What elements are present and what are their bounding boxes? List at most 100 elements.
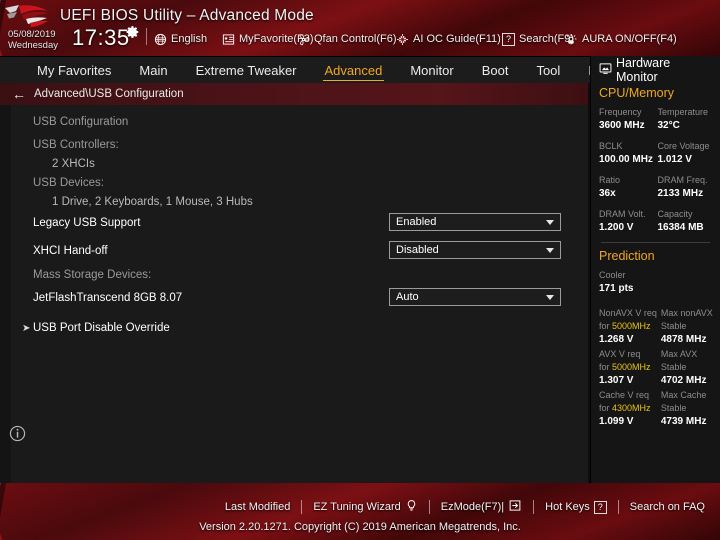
stat-label-temperature: Temperature xyxy=(657,107,709,117)
header-item-aura[interactable]: AURA ON/OFF(F4) xyxy=(564,30,677,48)
question-box-icon: ? xyxy=(593,500,607,514)
stat-value-temperature: 32°C xyxy=(657,120,680,131)
pred-value-max-cache: 4739 MHz xyxy=(660,416,707,427)
chevron-down-icon xyxy=(546,219,554,225)
pred-value-cache-vreq: 1.099 V xyxy=(599,416,634,427)
row-usb-device-list: 1 Drive, 2 Keyboards, 1 Mouse, 3 Hubs xyxy=(0,191,588,213)
pred-sublabel-max-nonavx: Stable xyxy=(660,321,687,331)
weekday-text: Wednesday xyxy=(8,40,58,51)
tab-tool[interactable]: Tool xyxy=(522,58,574,84)
row-label: XHCI Hand-off xyxy=(33,245,108,257)
footer-hot-keys[interactable]: Hot Keys ? xyxy=(534,500,618,514)
select-value: Auto xyxy=(396,291,419,303)
bios-screen: UEFI BIOS Utility – Advanced Mode 05/08/… xyxy=(0,0,720,540)
select-value: Enabled xyxy=(396,216,437,228)
pred-sublabel-cache: for 4300MHz xyxy=(599,403,651,413)
fan-icon xyxy=(297,33,310,46)
footer-ez-tuning-wizard[interactable]: EZ Tuning Wizard xyxy=(302,499,428,515)
row-mass-storage-devices: Mass Storage Devices: xyxy=(0,264,588,286)
row-label: Legacy USB Support xyxy=(33,217,141,229)
globe-icon xyxy=(154,33,167,46)
jetflash-transcend-select[interactable]: Auto xyxy=(389,288,561,306)
page-title: UEFI BIOS Utility – Advanced Mode xyxy=(60,7,314,24)
row-usb-configuration: USB Configuration xyxy=(0,111,588,133)
question-box-icon: ? xyxy=(502,32,515,46)
stat-label-cooler: Cooler xyxy=(599,270,626,280)
header-divider xyxy=(146,28,147,45)
tab-my-favorites[interactable]: My Favorites xyxy=(23,58,125,84)
tab-boot[interactable]: Boot xyxy=(468,58,523,84)
pred-value-max-nonavx: 4878 MHz xyxy=(660,334,707,345)
header-item-qfan[interactable]: Qfan Control(F6) xyxy=(297,30,397,48)
row-label: USB Port Disable Override xyxy=(33,322,170,334)
row-usb-port-disable-override[interactable]: ➤ USB Port Disable Override xyxy=(0,317,588,339)
pred-sublabel-max-cache: Stable xyxy=(660,403,687,413)
breadcrumb-path: Advanced\USB Configuration xyxy=(34,88,184,100)
hardware-monitor-title-text: Hardware Monitor xyxy=(616,55,671,84)
pred-label-nonavx-vreq: NonAVX V req xyxy=(599,308,657,318)
header-item-ai-oc-guide[interactable]: AI OC Guide(F11) xyxy=(396,30,501,48)
pred-sublabel-max-avx: Stable xyxy=(660,362,687,372)
header-item-label: Qfan Control(F6) xyxy=(314,33,397,45)
stat-value-cooler: 171 pts xyxy=(599,283,634,294)
chevron-down-icon xyxy=(546,247,554,253)
footer-actions: Last Modified EZ Tuning Wizard EzMode(F7… xyxy=(214,499,716,515)
info-circle-icon[interactable] xyxy=(9,425,26,442)
footer-label: Hot Keys xyxy=(545,501,590,513)
prediction-grid: NonAVX V req Max nonAVX for 5000MHz Stab… xyxy=(599,307,713,430)
footer-label: EZ Tuning Wizard xyxy=(313,501,401,513)
pred-value-max-avx: 4702 MHz xyxy=(660,375,707,386)
row-legacy-usb-support[interactable]: Legacy USB Support Enabled xyxy=(0,212,588,234)
footer-search-on-faq[interactable]: Search on FAQ xyxy=(619,501,716,513)
tab-advanced[interactable]: Advanced xyxy=(311,58,397,84)
xhci-hand-off-select[interactable]: Disabled xyxy=(389,241,561,259)
chevron-down-icon xyxy=(546,294,554,300)
nav-tab-list: My Favorites Main Extreme Tweaker Advanc… xyxy=(0,57,610,84)
stat-value-capacity: 16384 MB xyxy=(657,222,704,233)
bulb-icon xyxy=(405,499,418,515)
date-text: 05/08/2019 xyxy=(8,29,56,40)
row-label: USB Configuration xyxy=(33,116,129,128)
pred-freq-highlight: 4300MHz xyxy=(612,403,651,413)
pred-freq-highlight: 5000MHz xyxy=(612,321,651,331)
stat-value-ratio: 36x xyxy=(599,188,616,199)
pred-freq-highlight: 5000MHz xyxy=(612,362,651,372)
tab-extreme-tweaker[interactable]: Extreme Tweaker xyxy=(182,58,311,84)
pred-label-avx-vreq: AVX V req xyxy=(599,349,641,359)
stat-label-bclk: BCLK xyxy=(599,141,623,151)
legacy-usb-support-select[interactable]: Enabled xyxy=(389,213,561,231)
settings-panel: USB Configuration USB Controllers: 2 XHC… xyxy=(0,105,588,483)
header-bar: UEFI BIOS Utility – Advanced Mode 05/08/… xyxy=(0,0,720,56)
aura-light-icon xyxy=(564,33,578,46)
header-item-english[interactable]: English xyxy=(154,30,207,48)
section-title-cpu-memory: CPU/Memory xyxy=(599,86,675,100)
pred-sublabel-nonavx: for 5000MHz xyxy=(599,321,651,331)
pred-label-cache-vreq: Cache V req xyxy=(599,390,650,400)
footer-ezmode[interactable]: EzMode(F7)| xyxy=(430,499,533,515)
pred-label-max-cache: Max Cache xyxy=(660,390,707,400)
main-nav-bar: My Favorites Main Extreme Tweaker Advanc… xyxy=(0,56,610,84)
row-label: 1 Drive, 2 Keyboards, 1 Mouse, 3 Hubs xyxy=(52,196,253,208)
back-arrow-icon[interactable]: ← xyxy=(12,87,26,101)
ai-chip-icon xyxy=(396,33,409,46)
stat-value-core-voltage: 1.012 V xyxy=(657,154,692,165)
tab-main[interactable]: Main xyxy=(125,58,181,84)
pred-value-nonavx-vreq: 1.268 V xyxy=(599,334,634,345)
row-xhci-hand-off[interactable]: XHCI Hand-off Disabled xyxy=(0,240,588,262)
select-value: Disabled xyxy=(396,244,439,256)
row-label: JetFlashTranscend 8GB 8.07 xyxy=(33,292,183,304)
version-text: Version 2.20.1271. Copyright (C) 2019 Am… xyxy=(199,521,521,533)
footer-last-modified[interactable]: Last Modified xyxy=(214,501,301,513)
header-item-label: English xyxy=(171,33,208,45)
sidebar-divider xyxy=(601,242,710,243)
stat-value-frequency: 3600 MHz xyxy=(599,120,645,131)
row-jetflash-transcend[interactable]: JetFlashTranscend 8GB 8.07 Auto xyxy=(0,287,588,309)
tab-monitor[interactable]: Monitor xyxy=(396,58,467,84)
footer-label: Search on FAQ xyxy=(629,501,705,513)
pred-label-max-avx: Max AVX xyxy=(660,349,698,359)
footer-label: EzMode(F7)| xyxy=(440,501,505,513)
stat-label-dram-volt: DRAM Volt. xyxy=(599,209,646,219)
cpu-memory-grid: Frequency Temperature 3600 MHz 32°C BCLK… xyxy=(599,106,712,236)
gear-icon[interactable] xyxy=(126,25,140,39)
submenu-arrow-icon: ➤ xyxy=(22,322,31,334)
